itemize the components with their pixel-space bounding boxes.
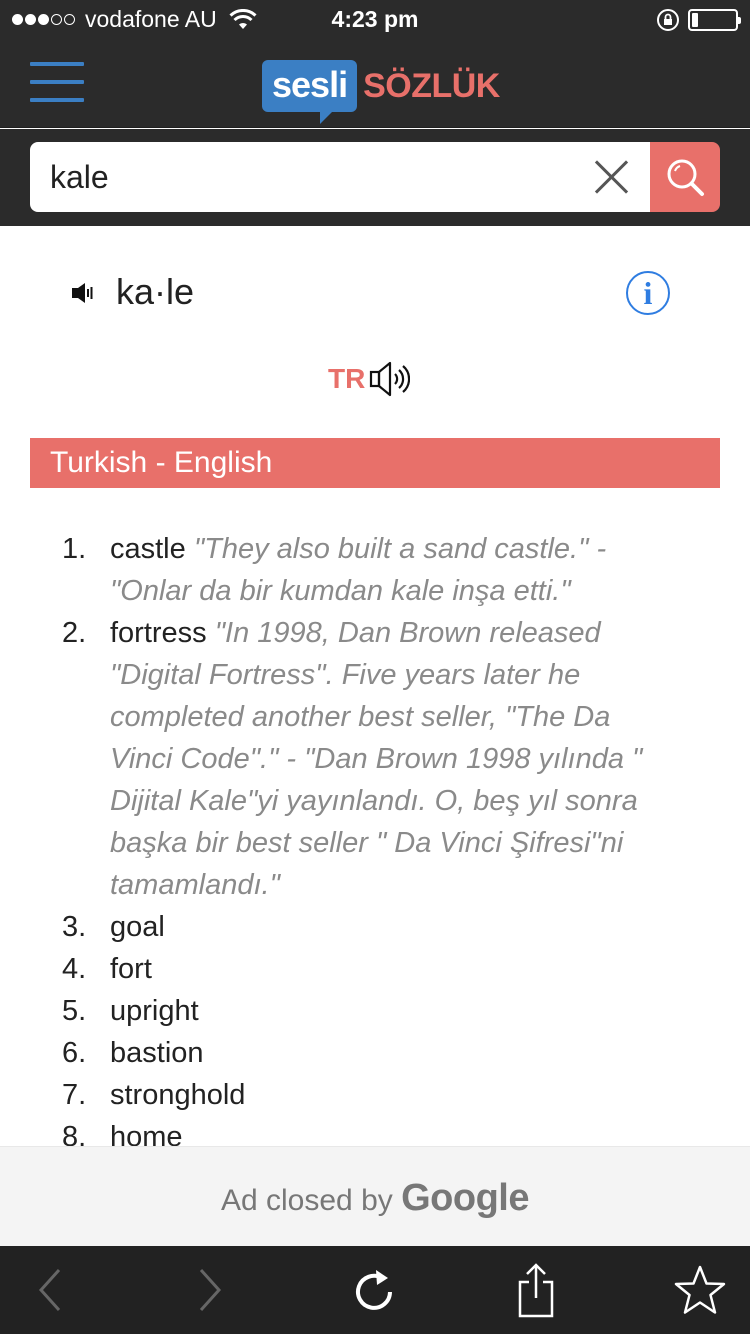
definition-item: 4. fort <box>0 948 750 990</box>
definition-number: 5. <box>62 995 87 1027</box>
definition-term[interactable]: fortress <box>110 617 207 649</box>
definition-number: 2. <box>62 617 87 649</box>
definition-item: 8. home <box>0 1116 750 1146</box>
definition-term[interactable]: castle <box>110 533 186 565</box>
definition-term[interactable]: upright <box>110 995 199 1027</box>
search-input[interactable] <box>50 150 570 204</box>
definitions-list: 1. castle "They also built a sand castle.… <box>0 528 750 1146</box>
word-title: ka·le <box>116 271 195 312</box>
definition-number: 7. <box>62 1079 87 1111</box>
logo-sesli-text: sesli <box>262 60 358 124</box>
speaker-icon[interactable] <box>70 280 96 311</box>
definition-term[interactable]: home <box>110 1121 183 1146</box>
search-button[interactable] <box>650 142 720 212</box>
clock: 4:23 pm <box>331 6 419 32</box>
status-bar: vodafone AU 4:23 pm <box>0 0 750 40</box>
speaker-outline-icon <box>370 361 411 397</box>
section-header: Turkish - English <box>30 438 720 488</box>
hamburger-icon[interactable] <box>30 60 86 104</box>
definition-example: "In 1998, Dan Brown released "Digital Fo… <box>110 617 643 901</box>
logo-sozluk-text: SÖZLÜK <box>363 66 500 105</box>
browser-toolbar <box>0 1246 750 1334</box>
definition-term[interactable]: goal <box>110 911 165 943</box>
ad-closed-banner: Ad closed by Google <box>0 1146 750 1246</box>
definition-term[interactable]: fort <box>110 953 152 985</box>
ad-closed-text: Ad closed by Google <box>0 1177 750 1220</box>
definition-number: 3. <box>62 911 87 943</box>
search-bar <box>0 129 750 226</box>
forward-chevron-icon[interactable] <box>180 1260 240 1320</box>
info-icon[interactable]: i <box>626 271 670 315</box>
definition-term[interactable]: bastion <box>110 1037 204 1069</box>
close-icon[interactable] <box>594 159 630 195</box>
search-box <box>30 142 652 212</box>
definition-number: 6. <box>62 1037 87 1069</box>
rotation-lock-icon <box>657 9 679 31</box>
definition-item: 3. goal <box>0 906 750 948</box>
definition-item: 6. bastion <box>0 1032 750 1074</box>
definition-item: 7. stronghold <box>0 1074 750 1116</box>
turkish-pronunciation[interactable]: TR <box>328 357 411 401</box>
ad-closed-label: Ad closed by <box>220 1184 393 1217</box>
google-logo: Google <box>401 1177 529 1219</box>
definition-term[interactable]: stronghold <box>110 1079 245 1111</box>
sesli-sozluk-logo[interactable]: sesli SÖZLÜK <box>262 54 500 124</box>
back-chevron-icon[interactable] <box>20 1260 80 1320</box>
search-icon <box>667 159 704 196</box>
battery-icon <box>688 9 741 31</box>
word-heading: ka·le i <box>0 250 750 340</box>
language-label: TR <box>328 363 366 394</box>
definition-item: 1. castle "They also built a sand castle.… <box>0 528 750 612</box>
star-icon[interactable] <box>670 1260 730 1320</box>
definition-item: 2. fortress "In 1998, Dan Brown released … <box>0 612 750 906</box>
app-header: sesli SÖZLÜK <box>0 40 750 128</box>
share-icon[interactable] <box>506 1260 566 1320</box>
definition-number: 4. <box>62 953 87 985</box>
definition-item: 5. upright <box>0 990 750 1032</box>
reload-icon[interactable] <box>344 1260 404 1320</box>
definition-number: 1. <box>62 533 87 565</box>
definition-number: 8. <box>62 1121 87 1146</box>
